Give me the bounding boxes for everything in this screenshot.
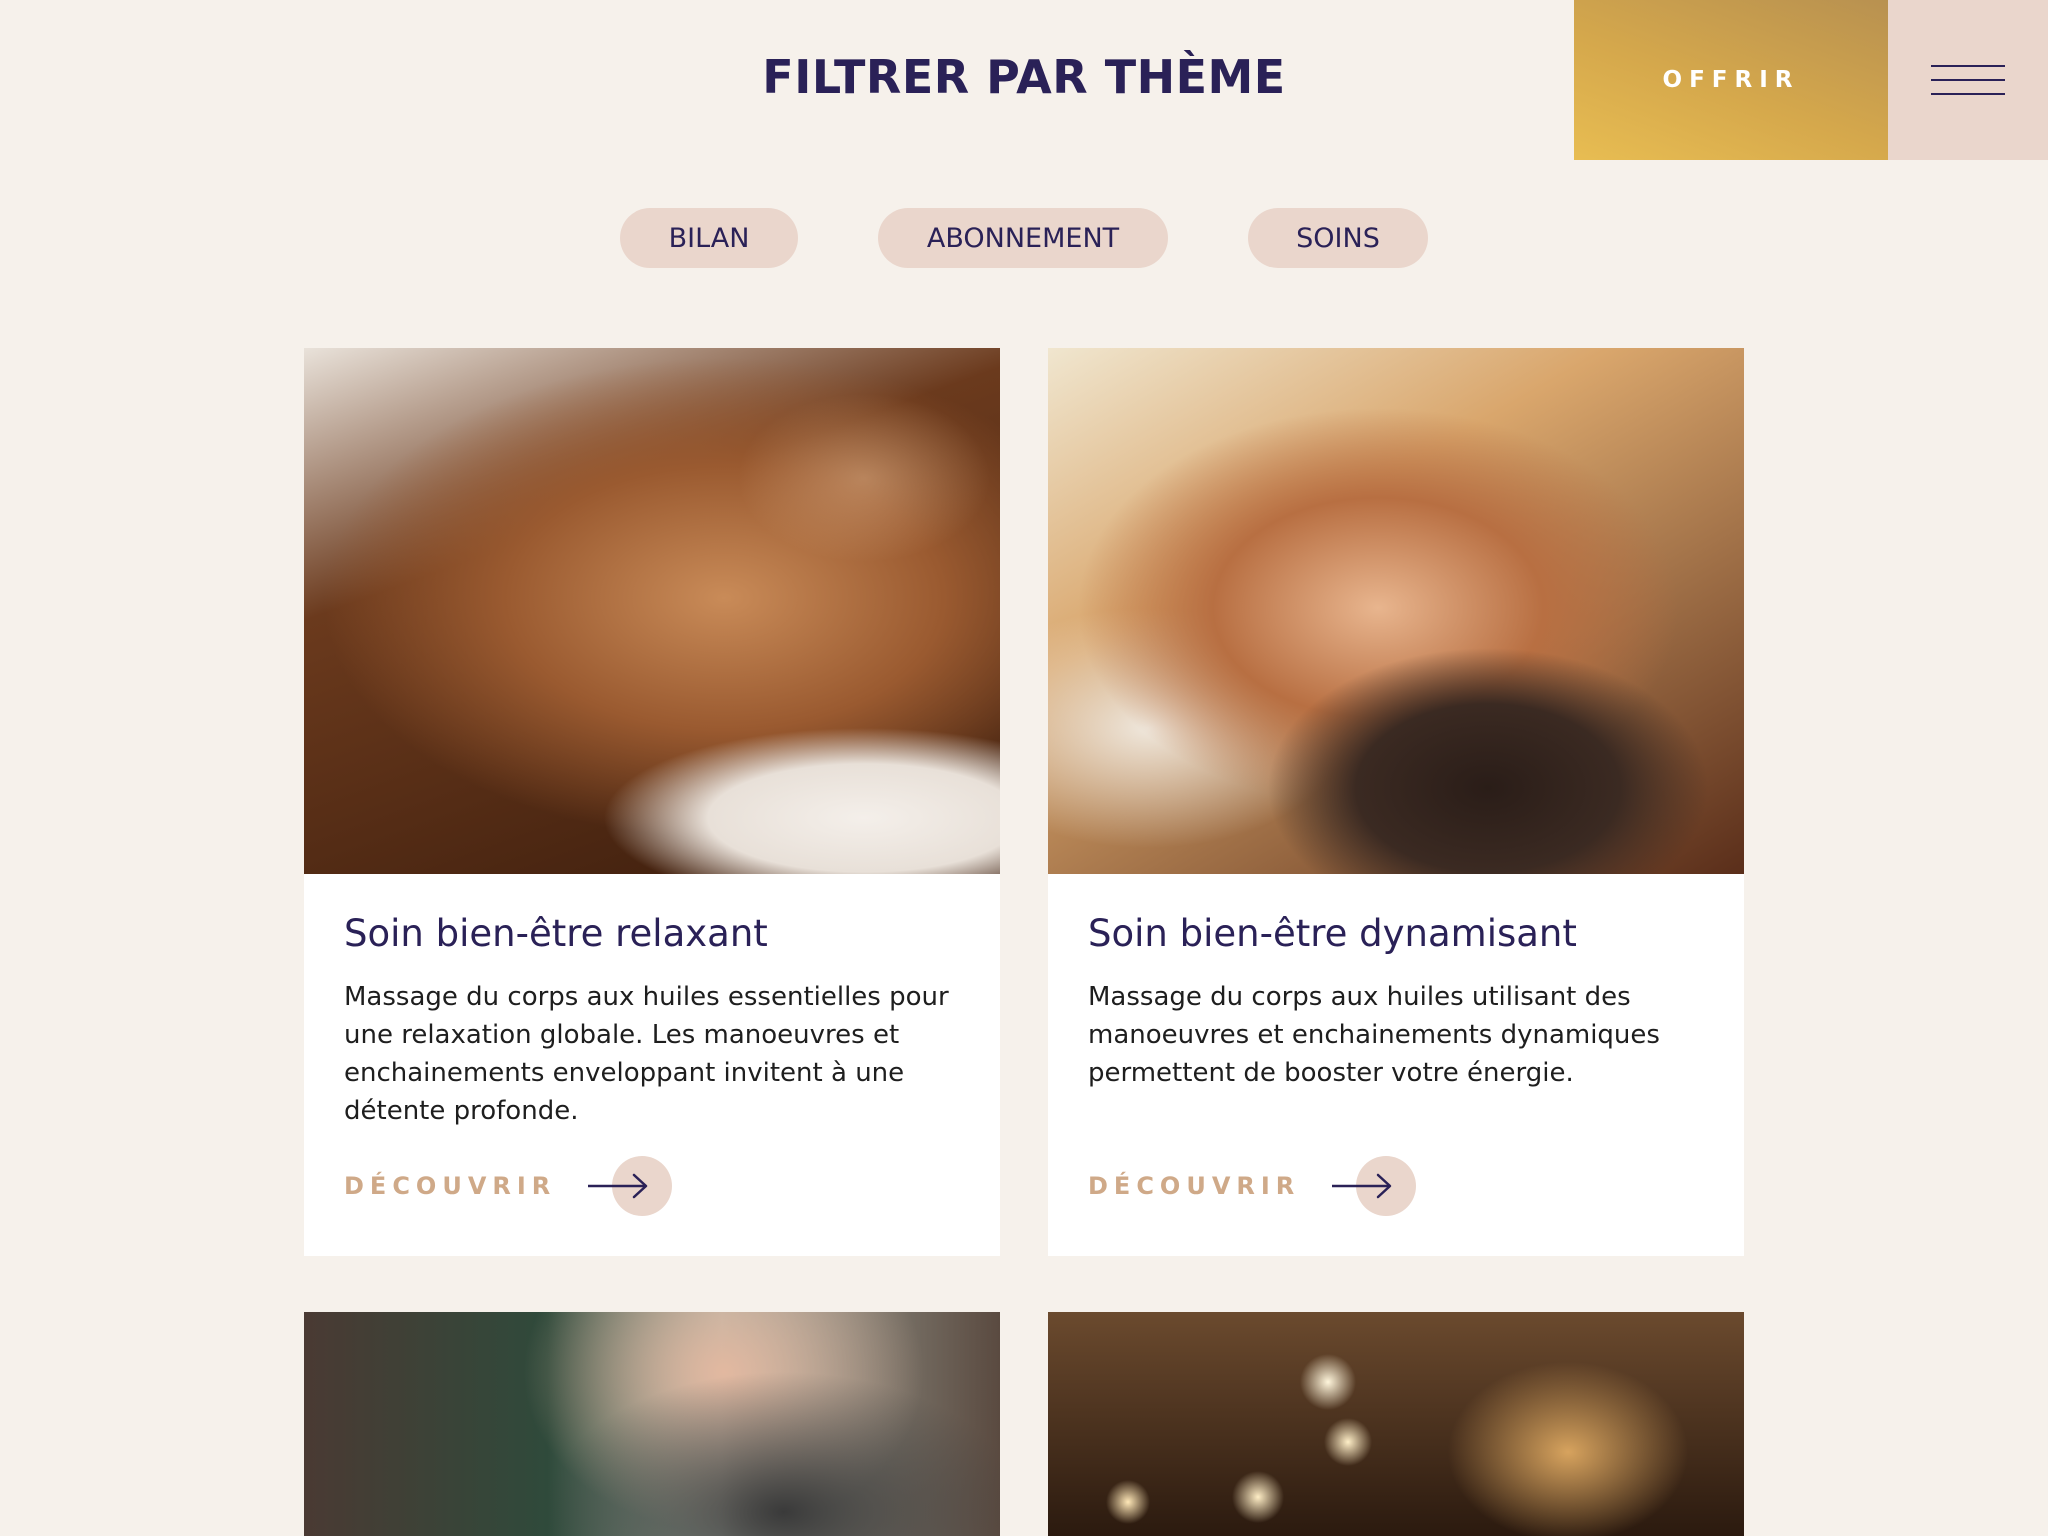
arrow-right-icon: [588, 1156, 678, 1217]
card-image-3[interactable]: [304, 1312, 1000, 1536]
card-description: Massage du corps aux huiles utilisant de…: [1088, 982, 1660, 1089]
filter-soins[interactable]: SOINS: [1248, 208, 1428, 268]
card-image-relaxant[interactable]: [304, 348, 1000, 874]
card-title[interactable]: Soin bien-être dynamisant: [1088, 912, 1704, 956]
discover-link[interactable]: DÉCOUVRIR: [1088, 1156, 1704, 1217]
card-4: [1048, 1312, 1744, 1536]
card-soin-dynamisant: Soin bien-être dynamisant Massage du cor…: [1048, 348, 1744, 1257]
filter-bilan[interactable]: BILAN: [620, 208, 798, 268]
card-3: [304, 1312, 1000, 1536]
card-description: Massage du corps aux huiles essentielles…: [344, 982, 949, 1127]
card-soin-relaxant: Soin bien-être relaxant Massage du corps…: [304, 348, 1000, 1257]
filter-abonnement[interactable]: ABONNEMENT: [878, 208, 1168, 268]
discover-label: DÉCOUVRIR: [1088, 1172, 1301, 1201]
card-image-dynamisant[interactable]: [1048, 348, 1744, 874]
discover-link[interactable]: DÉCOUVRIR: [344, 1156, 960, 1217]
menu-button[interactable]: [1888, 0, 2048, 160]
arrow-right-icon: [1332, 1156, 1422, 1217]
discover-label: DÉCOUVRIR: [344, 1172, 557, 1201]
offer-button[interactable]: OFFRIR: [1574, 0, 1888, 160]
card-title[interactable]: Soin bien-être relaxant: [344, 912, 960, 956]
theme-filters: BILAN ABONNEMENT SOINS: [0, 208, 2048, 268]
card-image-4[interactable]: [1048, 1312, 1744, 1536]
hamburger-menu-icon: [1931, 59, 2005, 101]
